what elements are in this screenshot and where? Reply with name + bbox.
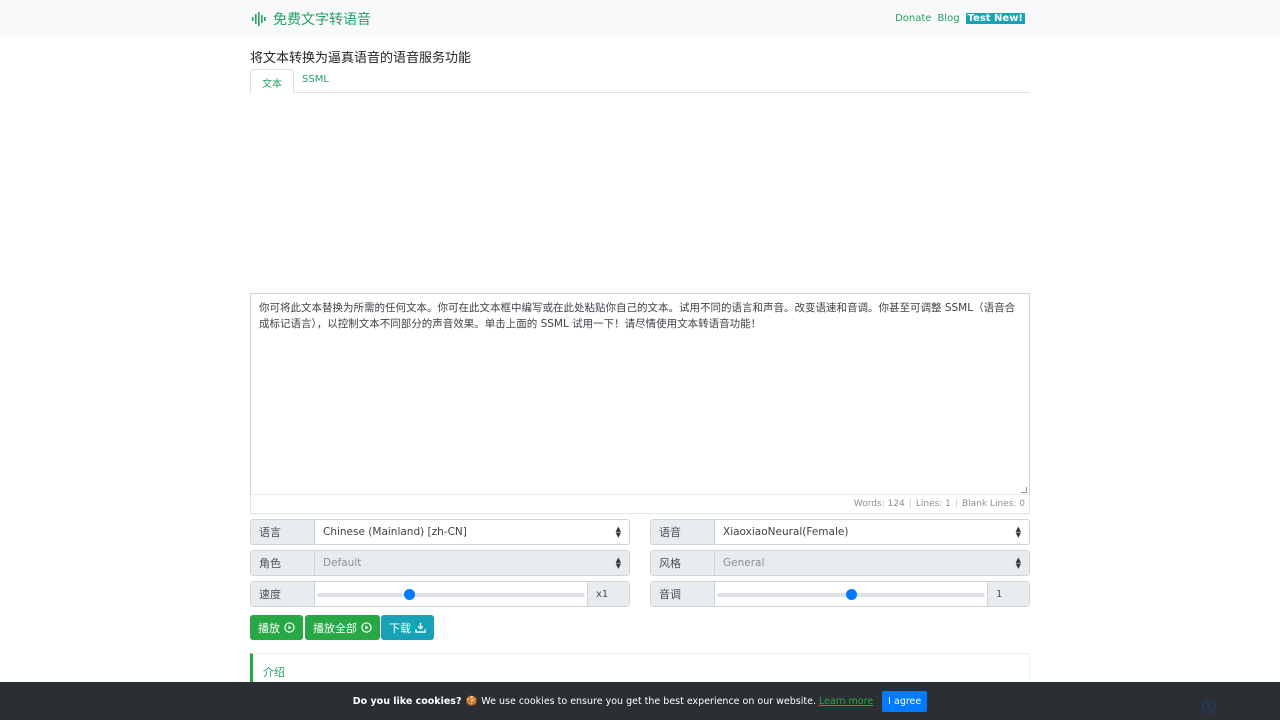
sound-wave-icon bbox=[252, 12, 266, 26]
resize-handle-icon[interactable] bbox=[1021, 487, 1027, 493]
speed-slider-thumb[interactable] bbox=[403, 589, 415, 600]
select-arrows-icon: ▲ ▼ bbox=[615, 525, 621, 539]
speed-slider-track[interactable] bbox=[317, 593, 585, 597]
cookie-icon: 🍪 bbox=[465, 695, 478, 707]
play-all-button[interactable]: 播放全部 bbox=[305, 615, 380, 640]
intro-title: 介绍 bbox=[263, 666, 285, 679]
pitch-slider-group: 音调 1 bbox=[650, 581, 1030, 607]
select-arrows-icon: ▲ ▼ bbox=[1015, 525, 1021, 539]
role-select[interactable]: Default ▲ ▼ bbox=[315, 551, 629, 575]
text-input-area[interactable]: 你可将此文本替换为所需的任何文本。你可在此文本框中编写或在此处粘贴你自己的文本。… bbox=[250, 293, 1030, 495]
language-select[interactable]: Chinese (Mainland) [zh-CN] ▲ ▼ bbox=[315, 520, 629, 544]
download-button[interactable]: 下载 bbox=[381, 615, 434, 640]
cookie-consent-bar: Do you like cookies? 🍪 We use cookies to… bbox=[0, 682, 1280, 720]
style-label: 风格 bbox=[651, 551, 715, 575]
voice-select-group: 语音 XiaoxiaoNeural(Female) ▲ ▼ bbox=[650, 519, 1030, 545]
style-select-group: 风格 General ▲ ▼ bbox=[650, 550, 1030, 576]
speed-slider[interactable] bbox=[315, 582, 587, 606]
line-count: Lines: 1 bbox=[915, 499, 951, 509]
editor-tabs: 文本 SSML bbox=[250, 69, 1030, 94]
language-select-group: 语言 Chinese (Mainland) [zh-CN] ▲ ▼ bbox=[250, 519, 630, 545]
select-arrows-icon: ▲ ▼ bbox=[1015, 556, 1021, 570]
voice-select[interactable]: XiaoxiaoNeural(Female) ▲ ▼ bbox=[715, 520, 1029, 544]
voice-label: 语音 bbox=[651, 520, 715, 544]
top-navbar: 免费文字转语音 Donate Blog Test New! bbox=[0, 0, 1280, 37]
play-button[interactable]: 播放 bbox=[250, 615, 303, 640]
nav-test-new-link[interactable]: Test New! bbox=[965, 13, 1025, 24]
pitch-label: 音调 bbox=[651, 582, 715, 606]
page-title: 将文本转换为逼真语音的语音服务功能 bbox=[250, 51, 472, 66]
language-label: 语言 bbox=[251, 520, 315, 544]
word-count: Words: 124 bbox=[853, 499, 905, 509]
brand-name: 免费文字转语音 bbox=[273, 12, 371, 28]
speed-slider-group: 速度 x1 bbox=[250, 581, 630, 607]
cookie-message: We use cookies to ensure you get the bes… bbox=[481, 695, 816, 707]
editor-text: 你可将此文本替换为所需的任何文本。你可在此文本框中编写或在此处粘贴你自己的文本。… bbox=[259, 302, 1016, 330]
tab-text[interactable]: 文本 bbox=[250, 69, 294, 94]
role-label: 角色 bbox=[251, 551, 315, 575]
brand-logo[interactable]: 免费文字转语音 bbox=[251, 9, 371, 29]
play-circle-icon bbox=[361, 622, 372, 633]
speed-label: 速度 bbox=[251, 582, 315, 606]
cookie-question: Do you like cookies? bbox=[352, 695, 462, 707]
close-icon[interactable]: × bbox=[1202, 699, 1216, 713]
nav-donate-link[interactable]: Donate bbox=[895, 13, 931, 24]
play-circle-icon bbox=[284, 622, 295, 633]
speed-value: x1 bbox=[587, 582, 629, 606]
pitch-slider[interactable] bbox=[715, 582, 987, 606]
nav-links: Donate Blog Test New! bbox=[889, 13, 1025, 24]
pitch-slider-thumb[interactable] bbox=[845, 589, 857, 600]
role-select-group: 角色 Default ▲ ▼ bbox=[250, 550, 630, 576]
tab-ssml[interactable]: SSML bbox=[291, 69, 340, 94]
select-arrows-icon: ▲ ▼ bbox=[615, 556, 621, 570]
cookie-agree-button[interactable]: I agree bbox=[882, 690, 928, 712]
pitch-value: 1 bbox=[987, 582, 1029, 606]
cookie-learn-more-link[interactable]: Learn more bbox=[819, 696, 873, 707]
download-icon bbox=[415, 622, 426, 633]
text-stats-bar: Words: 124 | Lines: 1 | Blank Lines: 0 bbox=[250, 494, 1030, 514]
blank-line-count: Blank Lines: 0 bbox=[961, 499, 1025, 509]
style-select[interactable]: General ▲ ▼ bbox=[715, 551, 1029, 575]
nav-blog-link[interactable]: Blog bbox=[937, 13, 959, 24]
